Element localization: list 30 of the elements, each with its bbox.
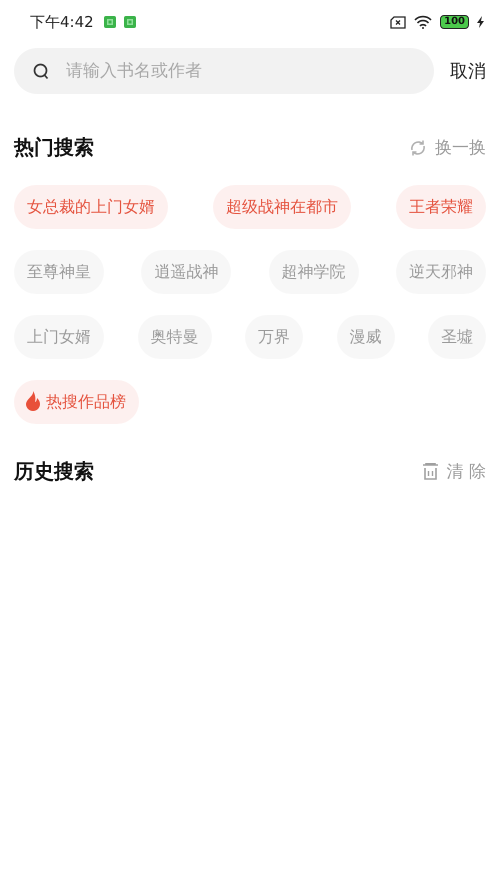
search-tag[interactable]: 奥特曼 bbox=[138, 315, 212, 359]
search-tag[interactable]: 逆天邪神 bbox=[396, 250, 486, 294]
wifi-icon bbox=[414, 15, 432, 29]
clear-button[interactable]: 清 除 bbox=[422, 460, 486, 483]
search-tag[interactable]: 超级战神在都市 bbox=[213, 185, 351, 229]
search-tag[interactable]: 超神学院 bbox=[268, 250, 359, 294]
section-title: 历史搜索 bbox=[14, 458, 94, 485]
search-tag[interactable]: 漫威 bbox=[336, 315, 394, 359]
search-tag[interactable]: 至尊神皇 bbox=[14, 250, 104, 294]
app-notification-icon bbox=[124, 16, 136, 28]
search-tag[interactable]: 王者荣耀 bbox=[396, 185, 486, 229]
section-title: 热门搜索 bbox=[14, 134, 94, 161]
search-tag[interactable]: 圣墟 bbox=[428, 315, 486, 359]
cancel-button[interactable]: 取消 bbox=[450, 59, 486, 83]
sim-icon bbox=[390, 16, 406, 28]
status-time: 下午4:42 bbox=[30, 12, 94, 32]
trash-icon bbox=[422, 462, 439, 480]
search-tag[interactable]: 万界 bbox=[245, 315, 303, 359]
search-tag[interactable]: 上门女婿 bbox=[14, 315, 104, 359]
flame-icon bbox=[24, 391, 42, 413]
refresh-icon bbox=[409, 138, 427, 156]
refresh-button[interactable]: 换一换 bbox=[409, 136, 486, 159]
search-icon bbox=[33, 63, 49, 80]
search-tag[interactable]: 女总裁的上门女婿 bbox=[14, 185, 168, 229]
app-notification-icon bbox=[104, 16, 116, 28]
charging-icon bbox=[477, 16, 484, 28]
search-tag[interactable]: 逍遥战神 bbox=[141, 250, 232, 294]
search-field[interactable]: 请输入书名或作者 bbox=[14, 48, 434, 94]
battery-level: 100 bbox=[440, 15, 469, 29]
hot-ranking-button[interactable]: 热搜作品榜 bbox=[14, 380, 139, 424]
